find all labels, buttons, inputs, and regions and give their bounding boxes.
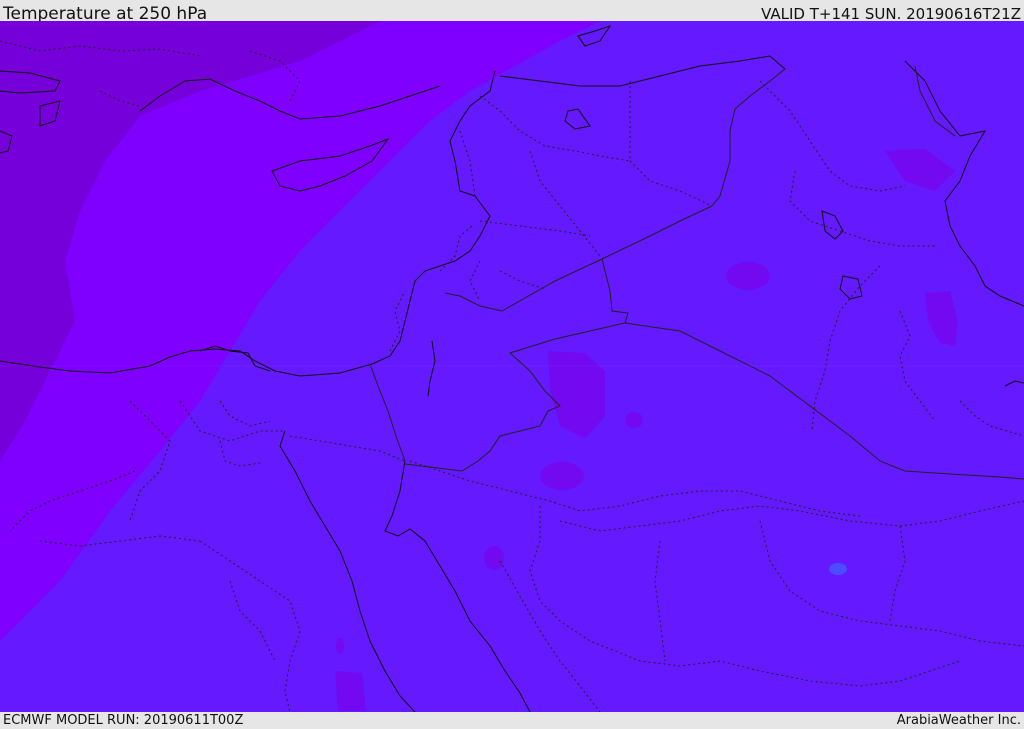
map-panel[interactable] xyxy=(0,21,1024,712)
warm-patch xyxy=(829,563,847,575)
credit-label: ArabiaWeather Inc. xyxy=(896,713,1021,728)
footer-bar: ECMWF MODEL RUN: 20190611T00Z ArabiaWeat… xyxy=(0,712,1024,729)
header-bar: Temperature at 250 hPa VALID T+141 SUN. … xyxy=(0,0,1024,24)
model-run-label: ECMWF MODEL RUN: 20190611T00Z xyxy=(3,713,244,728)
temperature-map xyxy=(0,21,1024,712)
